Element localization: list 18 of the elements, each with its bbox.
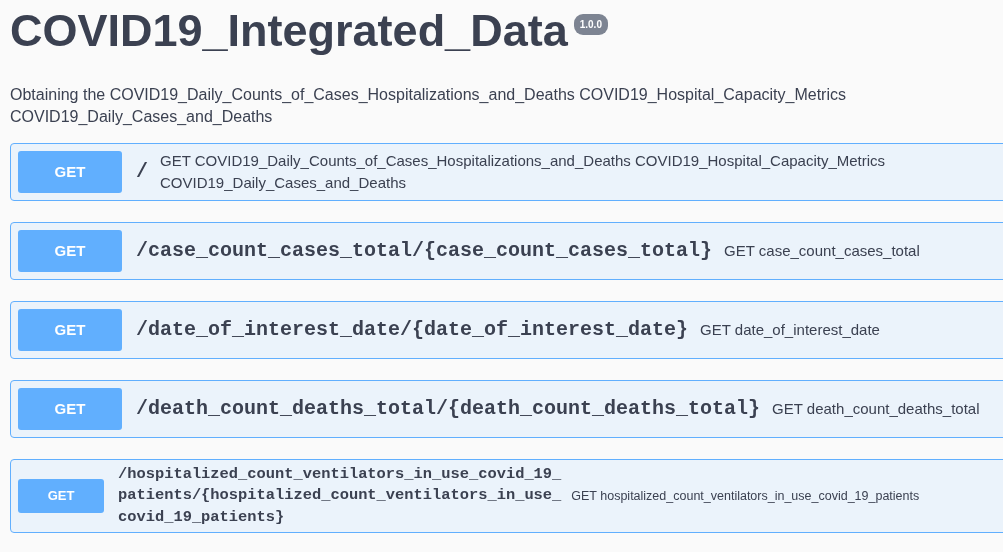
endpoint-summary: GET hospitalized_count_ventilators_in_use_covid_19_patients [571, 488, 920, 506]
operation-row[interactable]: GET /date_of_interest_date/{date_of_interest_date} GET date_of_interest_date [10, 300, 1003, 359]
endpoint-path: /hospitalized_count_ventilators_in_use_covid_19_patients/{hospitalized_count_ventilators_in_use_covid_19_patients} [118, 463, 562, 528]
endpoint-summary: GET date_of_interest_date [700, 319, 880, 340]
endpoint-path: /date_of_interest_date/{date_of_interest_date} [136, 316, 689, 343]
api-description: Obtaining the COVID19_Daily_Counts_of_Cases_Hospitalizations_and_Deaths COVID19_Hospital_Capacity_Metrics COVID19_Daily_Cases_and_Deaths [10, 85, 847, 128]
operation-row[interactable]: GET /hospitalized_count_ventilators_in_use_covid_19_patients/{hospitalized_count_ventilators_in_use_covid_19_patients} GET hospitalized_count_ventilators_in_use_covid_19_patients [10, 458, 1003, 534]
operation-row[interactable]: GET /death_count_deaths_total/{death_count_deaths_total} GET death_count_deaths_total [10, 379, 1003, 438]
operation-row[interactable]: GET /case_count_cases_total/{case_count_cases_total} GET case_count_cases_total [10, 221, 1003, 280]
version-badge: 1.0.0 [573, 14, 608, 35]
endpoint-path: /case_count_cases_total/{case_count_cases_total} [136, 237, 713, 264]
endpoint-path: /death_count_deaths_total/{death_count_deaths_total} [136, 395, 761, 422]
page-title: COVID19_Integrated_Data [10, 4, 568, 58]
endpoint-summary: GET death_count_deaths_total [772, 398, 980, 419]
endpoint-path: / [136, 158, 148, 185]
operation-row[interactable]: GET / GET COVID19_Daily_Counts_of_Cases_Hospitalizations_and_Deaths COVID19_Hospital_Capacity_Metrics COVID19_Daily_Cases_and_Deaths [10, 142, 1003, 201]
endpoint-summary: GET case_count_cases_total [724, 240, 920, 261]
endpoint-summary: GET COVID19_Daily_Counts_of_Cases_Hospitalizations_and_Deaths COVID19_Hospital_Capacity_Metrics COVID19_Daily_Cases_and_Deaths [160, 151, 887, 193]
